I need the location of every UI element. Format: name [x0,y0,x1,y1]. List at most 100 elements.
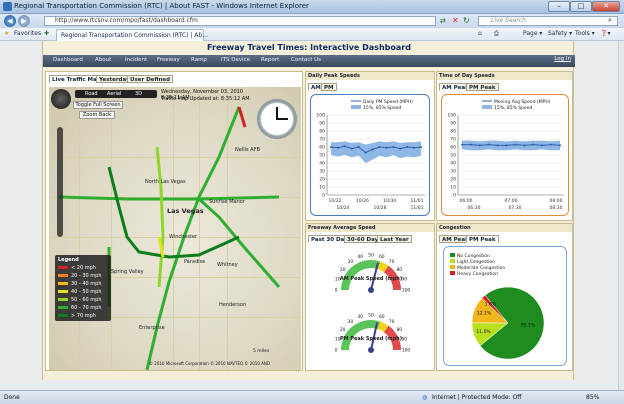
url-input[interactable]: http://www.rtcsnv.com/mpo/fast/dashboard… [44,16,436,26]
freeway-avg-title: Freeway Average Speed [306,224,434,232]
legend-swatch [450,259,455,263]
data-point [392,146,395,148]
status-bar: Done ◍ Internet | Protected Mode: Off 85… [0,390,624,404]
map-scale: 5 miles [253,349,270,354]
window-title: Regional Transportation Commission (RTC)… [14,2,309,10]
clock-icon [257,99,297,139]
zoom-level[interactable]: 85% [586,394,599,401]
traffic-map[interactable]: Las Vegas North Las Vegas Winchester Par… [49,87,301,370]
nav-its-device[interactable]: ITS Device [221,57,250,63]
page-title: Freeway Travel Times: Interactive Dashbo… [207,43,411,52]
gauge-label: PM Peak Speed (mph) [340,336,402,342]
gauge-tick-label: 60 [379,314,385,320]
y-tick-label: 70 [319,137,325,143]
browser-tab[interactable]: Regional Transportation Commission (RTC)… [56,29,208,41]
zoom-back-button[interactable]: Zoom Back [79,111,115,119]
data-point [413,146,416,149]
pie-label: 12.1% [477,311,492,317]
help-menu[interactable]: ❓▾ [600,30,610,37]
y-tick-label: 40 [450,161,456,167]
home-icon[interactable]: ⌂ [478,30,482,37]
place-spring-valley: Spring Valley [111,269,144,275]
tab-daily-pm[interactable]: PM [321,83,337,91]
gauge-tick-label: 60 [379,254,385,260]
login-link[interactable]: Log In [554,56,571,62]
maximize-button[interactable]: □ [570,1,592,12]
nav-freeway[interactable]: Freeway [157,57,180,63]
y-tick-label: 50 [319,153,325,159]
search-input[interactable]: Live Search [478,16,618,26]
y-tick-label: 30 [450,169,456,175]
nav-about[interactable]: About [95,57,111,63]
gauge-label: AM Peak Speed (mph) [340,276,402,282]
toggle-full-screen-button[interactable]: Toggle Full Screen [73,101,123,109]
tab-last-year[interactable]: Last Year [377,235,412,243]
tab-cong-pm-peak[interactable]: PM Peak [466,235,499,243]
gauge-tick-label: 50 [368,253,374,259]
nav-contact[interactable]: Contact Us [291,57,321,63]
safety-menu[interactable]: Safety ▾ [548,30,572,37]
daily-peak-title: Daily Peak Speeds [306,72,434,80]
compat-icon[interactable]: ⇄ [440,17,448,25]
time-of-day-title: Time of Day Speeds [437,72,572,80]
tab-user-defined[interactable]: User Defined [127,75,174,83]
y-tick-label: 20 [450,177,456,183]
legend-band-swatch [351,105,361,109]
data-point [532,143,535,146]
main-nav: Dashboard About Incident Freeway Ramp IT… [43,55,575,67]
gauge-tick-label: 90 [401,277,407,283]
window-titlebar: Regional Transportation Commission (RTC)… [0,0,624,14]
scrollbar[interactable] [618,41,624,390]
x-tick-label: 08:30 [550,205,563,211]
gauge-tick-label: 40 [357,314,363,320]
legend-label: 15%, 85% Speed [494,105,533,111]
stop-icon[interactable]: ✕ [452,16,460,25]
close-button[interactable]: ✕ [592,1,620,12]
mode-aerial[interactable]: Aerial [107,91,121,97]
nav-ramp[interactable]: Ramp [191,57,207,63]
data-point [420,146,422,148]
pie-label: 1.8% [485,301,497,307]
zoom-slider[interactable] [57,127,63,237]
security-zone[interactable]: Internet | Protected Mode: Off [432,394,521,401]
favorites-button[interactable]: Favorites [14,30,41,37]
data-point [330,146,332,148]
legend-item: 50 - 60 mph [58,297,102,303]
tab-tod-pm-peak[interactable]: PM Peak [466,83,499,91]
favorites-star-icon[interactable]: ★ [4,30,9,37]
data-point [541,144,544,147]
gauge-tick-label: 30 [348,319,354,325]
data-point [343,145,346,148]
x-tick-label: 10/26 [356,198,369,204]
data-point [364,151,367,154]
refresh-icon[interactable]: ↻ [463,16,471,25]
legend-band-swatch [482,105,492,109]
nav-dashboard[interactable]: Dashboard [53,57,83,63]
gauge-tick-label: 50 [368,313,374,319]
x-tick-label: 08:00 [550,198,563,204]
back-icon[interactable]: ◀ [4,15,16,27]
nav-incident[interactable]: Incident [125,57,147,63]
mode-road[interactable]: Road [85,91,98,97]
legend-item: > 70 mph [58,313,96,319]
status-text: Done [4,394,20,401]
gauge-tick-label: 20 [340,267,346,273]
congestion-chart: No CongestionLight CongestionModerate Co… [443,246,567,366]
tools-menu[interactable]: Tools ▾ [575,30,595,37]
mode-3d[interactable]: 3D [135,91,142,97]
legend-title: Legend [58,257,79,263]
page-menu[interactable]: Page ▾ [523,30,542,37]
data-point [496,144,499,147]
map-pan-control[interactable] [51,89,71,109]
speed-legend: Legend < 20 mph 20 - 30 mph 30 - 40 mph … [55,255,111,321]
forward-icon[interactable]: ▶ [18,15,30,27]
gauge-hub [368,287,374,293]
legend-item: 20 - 30 mph [58,273,102,279]
search-icon[interactable]: ⌕ [608,16,612,25]
print-icon[interactable]: ⎙ [494,30,499,38]
gauge-tick-label: 80 [396,327,402,333]
minimize-button[interactable]: – [548,1,570,12]
nav-report[interactable]: Report [261,57,279,63]
y-tick-label: 90 [450,121,456,127]
add-favorite-icon[interactable]: ✚ [44,30,49,37]
